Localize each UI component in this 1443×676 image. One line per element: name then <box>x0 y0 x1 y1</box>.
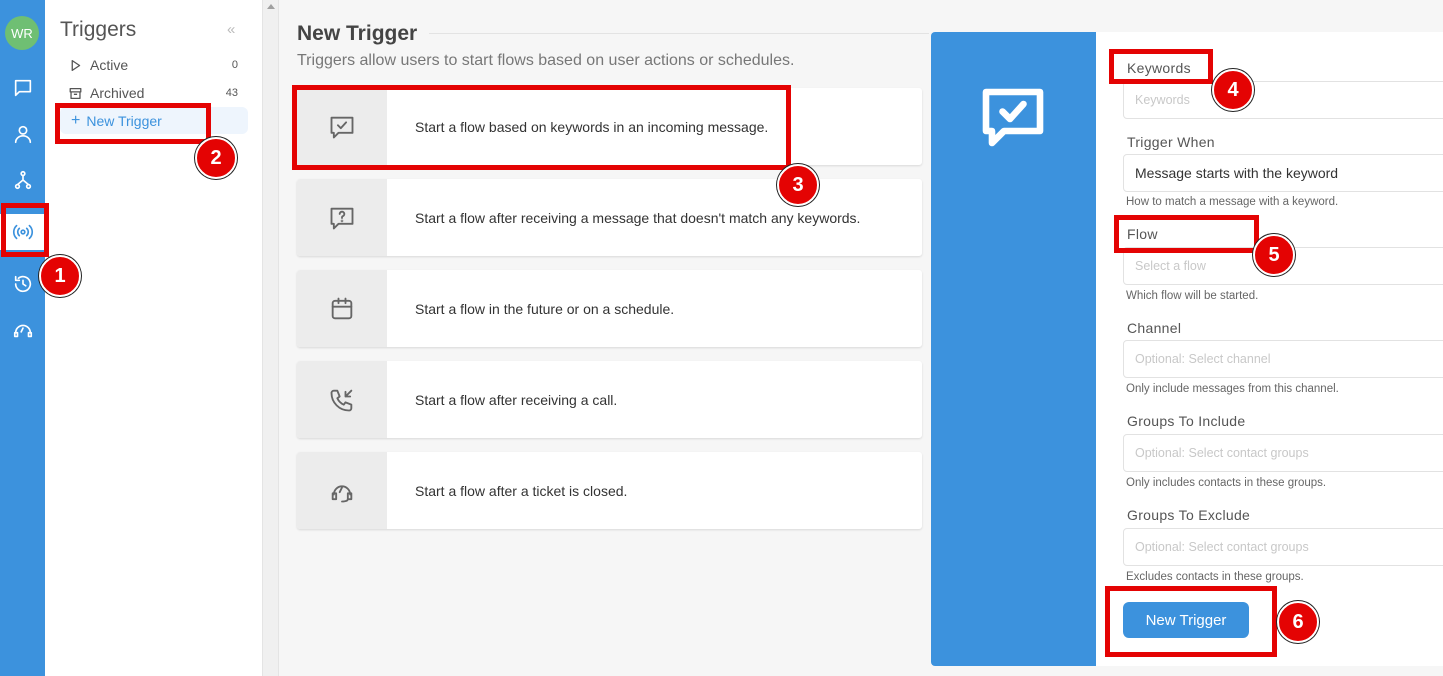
trigger-option-call[interactable]: Start a flow after receiving a call. <box>297 361 922 438</box>
step-badge: 4 <box>1212 69 1254 111</box>
title-divider <box>429 33 929 34</box>
keyword-message-icon <box>297 88 387 165</box>
trigger-when-select[interactable]: Message starts with the keyword <box>1123 154 1443 192</box>
trigger-option-schedule[interactable]: Start a flow in the future or on a sched… <box>297 270 922 347</box>
trigger-when-help: How to match a message with a keyword. <box>1126 196 1339 208</box>
flows-icon[interactable] <box>0 162 45 198</box>
groups-include-help: Only includes contacts in these groups. <box>1126 477 1327 489</box>
step-badge: 2 <box>195 137 237 179</box>
step-badge: 3 <box>777 164 819 206</box>
sidebar-title: Triggers <box>60 18 137 41</box>
sidebar-item-count: 0 <box>231 59 238 71</box>
triggers-icon[interactable] <box>0 214 45 250</box>
flow-label: Flow <box>1127 226 1158 242</box>
groups-exclude-label: Groups To Exclude <box>1127 507 1251 523</box>
sidebar-item-label: Archived <box>90 85 145 101</box>
question-message-icon <box>297 179 387 256</box>
sidebar-scrollbar[interactable] <box>262 0 279 676</box>
chat-icon[interactable] <box>0 70 45 106</box>
step-badge: 6 <box>1277 601 1319 643</box>
sidebar-item-archived[interactable]: Archived 43 <box>60 81 248 105</box>
sidebar: Triggers « Active 0 Archived 43 + New Tr… <box>45 0 263 676</box>
history-icon[interactable] <box>0 266 45 302</box>
left-rail: WR <box>0 0 45 676</box>
keyword-message-icon <box>982 88 1044 147</box>
trigger-option-text: Start a flow based on keywords in an inc… <box>415 118 769 135</box>
step-badge: 1 <box>39 255 81 297</box>
channel-label: Channel <box>1127 320 1182 336</box>
contacts-icon[interactable] <box>0 116 45 152</box>
groups-include-select[interactable]: Optional: Select contact groups <box>1123 434 1443 472</box>
incoming-call-icon <box>297 361 387 438</box>
channel-select[interactable]: Optional: Select channel <box>1123 340 1443 378</box>
step-badge: 5 <box>1253 234 1295 276</box>
play-icon <box>69 57 85 73</box>
new-trigger-button[interactable]: New Trigger <box>1123 602 1249 638</box>
trigger-option-ticket[interactable]: Start a flow after a ticket is closed. <box>297 452 922 529</box>
channel-help: Only include messages from this channel. <box>1126 383 1339 395</box>
trigger-option-keyword[interactable]: Start a flow based on keywords in an inc… <box>297 88 922 165</box>
keywords-input[interactable]: Keywords <box>1123 81 1443 119</box>
trigger-option-text: Start a flow after a ticket is closed. <box>415 482 628 499</box>
sidebar-item-count: 43 <box>225 87 238 99</box>
sidebar-item-label: Active <box>90 57 129 73</box>
groups-include-label: Groups To Include <box>1127 413 1246 429</box>
tickets-icon[interactable] <box>0 312 45 348</box>
flow-help: Which flow will be started. <box>1126 290 1259 302</box>
app-window: WR Triggers « Active 0 Archived 43 + New… <box>0 0 1443 676</box>
sidebar-new-trigger[interactable]: + New Trigger <box>60 107 248 134</box>
ticket-closed-icon <box>297 452 387 529</box>
keywords-label: Keywords <box>1127 60 1191 76</box>
scroll-up-icon[interactable] <box>267 4 275 9</box>
trigger-when-label: Trigger When <box>1127 134 1215 150</box>
calendar-icon <box>297 270 387 347</box>
avatar[interactable]: WR <box>5 16 39 50</box>
sidebar-item-label: New Trigger <box>86 112 162 129</box>
page-subtitle: Triggers allow users to start flows base… <box>297 52 795 69</box>
trigger-option-text: Start a flow after receiving a call. <box>415 391 618 408</box>
groups-exclude-select[interactable]: Optional: Select contact groups <box>1123 528 1443 566</box>
dialog-side-panel <box>931 32 1096 666</box>
plus-icon: + <box>71 111 81 129</box>
groups-exclude-help: Excludes contacts in these groups. <box>1126 571 1304 583</box>
archive-icon <box>69 85 85 101</box>
collapse-icon[interactable]: « <box>227 21 235 38</box>
page-title: New Trigger <box>297 22 418 45</box>
trigger-option-catchall[interactable]: Start a flow after receiving a message t… <box>297 179 922 256</box>
new-trigger-dialog: Keywords Keywords Trigger When Message s… <box>931 32 1443 666</box>
sidebar-item-active[interactable]: Active 0 <box>60 53 248 77</box>
trigger-option-text: Start a flow in the future or on a sched… <box>415 300 675 317</box>
